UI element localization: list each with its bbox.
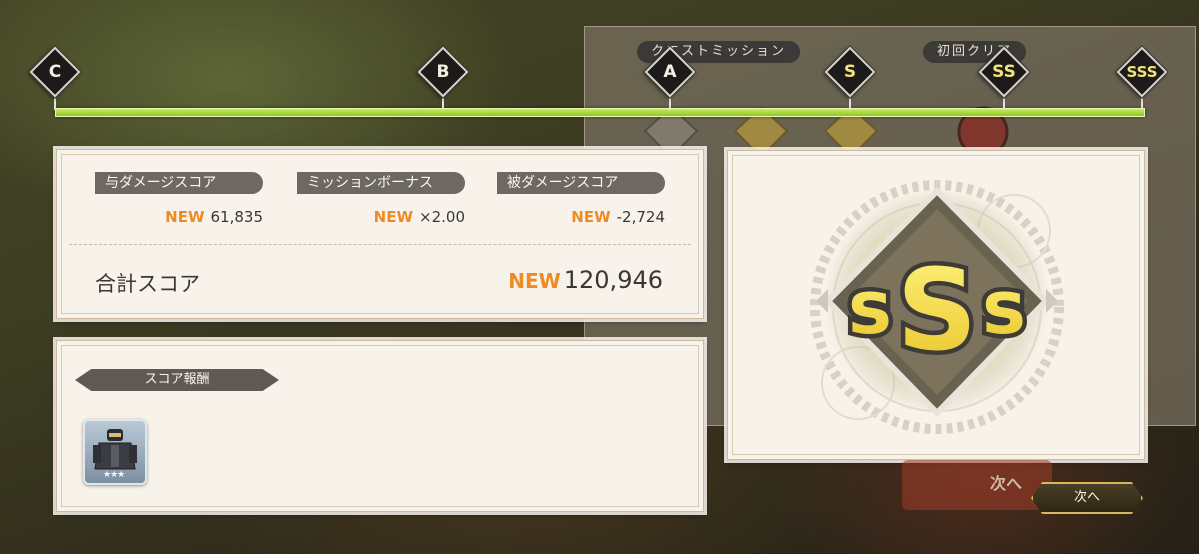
svg-text:s: s — [848, 265, 892, 351]
mission-bonus-value: NEW ×2.00 — [374, 208, 465, 226]
rank-marker-label: A — [663, 62, 677, 82]
rank-marker-label: SSS — [1126, 63, 1158, 81]
reward-item[interactable]: ★★★ — [83, 419, 147, 485]
mission-bonus-number: ×2.00 — [419, 208, 465, 226]
score-reward-header: スコア報酬 — [75, 369, 279, 391]
reward-item-stars: ★★★ — [103, 470, 125, 480]
damage-taken-label: 被ダメージスコア — [497, 172, 665, 194]
next-button-ghost: 次へ — [902, 460, 1052, 510]
rank-marker-b: B — [417, 46, 469, 110]
rank-progress-bar — [55, 108, 1145, 117]
rank-marker-label: SS — [992, 62, 1016, 82]
score-panel: 与ダメージスコア NEW 61,835 ミッションボーナス NEW ×2.00 被ダ… — [56, 149, 704, 319]
sss-rank-emblem-icon: s S s — [810, 180, 1064, 434]
rank-marker-c: C — [29, 46, 81, 110]
damage-dealt-number: 61,835 — [210, 208, 264, 226]
damage-taken-value: NEW -2,724 — [571, 208, 665, 226]
score-divider — [69, 244, 691, 245]
svg-text:S: S — [897, 246, 978, 376]
rank-marker-a: A — [644, 46, 696, 110]
rank-marker-s: S — [824, 46, 876, 110]
total-score-number: 120,946 — [563, 266, 663, 294]
new-badge: NEW — [508, 269, 561, 293]
new-badge: NEW — [165, 208, 205, 226]
rank-marker-label: B — [436, 62, 450, 82]
armored-figure-icon — [93, 429, 137, 470]
rank-marker-label: S — [843, 62, 857, 82]
rank-marker-sss: SSS — [1116, 46, 1168, 110]
damage-dealt-value: NEW 61,835 — [165, 208, 263, 226]
mission-bonus-label: ミッションボーナス — [297, 172, 465, 194]
rank-progress-track — [55, 108, 1145, 118]
total-score-label: 合計スコア — [95, 272, 200, 296]
rank-result-panel: s S s — [727, 150, 1145, 460]
total-score-value: NEW 120,946 — [508, 266, 663, 294]
rank-marker-ss: SS — [978, 46, 1030, 110]
svg-text:s: s — [982, 265, 1026, 351]
damage-taken-number: -2,724 — [616, 208, 665, 226]
next-ghost-label: 次へ — [990, 474, 1023, 493]
score-reward-panel: スコア報酬 ★★★ — [56, 340, 704, 512]
rank-marker-label: C — [48, 62, 62, 82]
new-badge: NEW — [571, 208, 611, 226]
next-button[interactable]: 次へ — [1031, 482, 1143, 514]
new-badge: NEW — [373, 208, 414, 226]
damage-dealt-label: 与ダメージスコア — [95, 172, 263, 194]
